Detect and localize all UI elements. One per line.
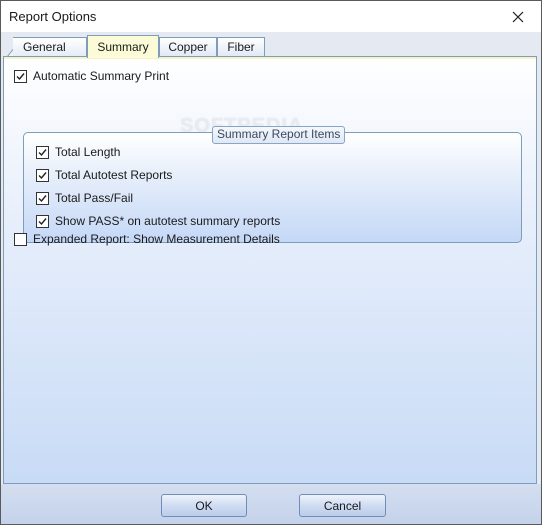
checkbox-box[interactable] xyxy=(36,214,49,228)
expanded-report-label: Expanded Report: Show Measurement Detail… xyxy=(33,232,280,246)
checkbox-box[interactable] xyxy=(36,168,49,182)
report-options-window: Report Options General Summary Copper Fi… xyxy=(0,0,542,525)
tab-copper-label: Copper xyxy=(168,40,208,54)
checkbox-box[interactable] xyxy=(36,191,49,205)
total-autotest-reports-label: Total Autotest Reports xyxy=(55,168,173,182)
checkbox-box[interactable] xyxy=(36,145,49,159)
expanded-report-checkbox[interactable]: Expanded Report: Show Measurement Detail… xyxy=(14,231,280,247)
summary-tab-panel: Automatic Summary Print SOFTPEDIA Summar… xyxy=(3,56,537,484)
show-pass-label: Show PASS* on autotest summary reports xyxy=(55,214,281,228)
total-pass-fail-checkbox[interactable]: Total Pass/Fail xyxy=(36,190,133,206)
checkmark-icon xyxy=(38,194,47,202)
tab-summary[interactable]: Summary xyxy=(87,35,159,58)
tab-summary-label: Summary xyxy=(97,40,149,54)
close-icon xyxy=(512,11,524,23)
checkbox-box[interactable] xyxy=(14,232,27,246)
title-bar: Report Options xyxy=(1,1,541,32)
tab-copper[interactable]: Copper xyxy=(159,37,217,57)
total-length-label: Total Length xyxy=(55,145,121,159)
checkmark-icon xyxy=(38,171,47,179)
checkbox-box[interactable] xyxy=(14,69,27,83)
dialog-footer: OK Cancel xyxy=(1,484,541,524)
automatic-summary-print-checkbox[interactable]: Automatic Summary Print xyxy=(14,68,169,84)
tab-general[interactable]: General xyxy=(13,37,87,57)
ok-button[interactable]: OK xyxy=(161,494,247,517)
group-title: Summary Report Items xyxy=(212,126,346,144)
active-tab-highlight-line xyxy=(4,57,536,59)
tab-fiber[interactable]: Fiber xyxy=(217,37,265,57)
window-title: Report Options xyxy=(9,9,97,24)
dialog-client-area: General Summary Copper Fiber Automatic S… xyxy=(1,32,541,524)
total-autotest-reports-checkbox[interactable]: Total Autotest Reports xyxy=(36,167,172,183)
tab-general-label: General xyxy=(23,40,66,54)
summary-report-items-group: Summary Report Items Total Length Total … xyxy=(23,126,522,243)
total-pass-fail-label: Total Pass/Fail xyxy=(55,191,134,205)
close-button[interactable] xyxy=(495,1,541,32)
total-length-checkbox[interactable]: Total Length xyxy=(36,144,120,160)
show-pass-checkbox[interactable]: Show PASS* on autotest summary reports xyxy=(36,213,280,229)
tab-fiber-label: Fiber xyxy=(227,40,255,54)
checkmark-icon xyxy=(38,148,47,156)
cancel-button[interactable]: Cancel xyxy=(299,494,386,517)
checkmark-icon xyxy=(38,217,47,225)
automatic-summary-print-label: Automatic Summary Print xyxy=(33,69,170,83)
checkmark-icon xyxy=(16,72,25,80)
